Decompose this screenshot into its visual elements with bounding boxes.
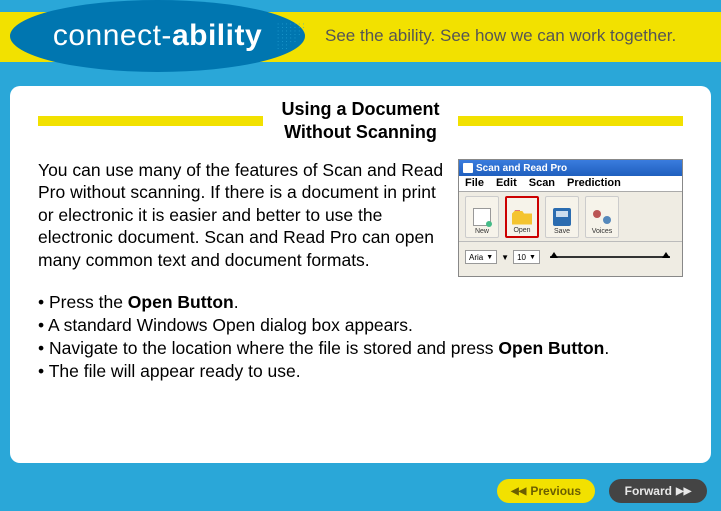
menu-prediction: Prediction: [567, 177, 621, 190]
nav-buttons: ◀◀ Previous Forward ▶▶: [497, 479, 707, 503]
size-select: 10 ▼: [513, 250, 540, 264]
ss-menubar: File Edit Scan Prediction: [459, 176, 682, 192]
save-icon: [553, 208, 571, 226]
toolbar-new-label: New: [475, 228, 489, 235]
tagline: See the ability. See how we can work tog…: [325, 26, 676, 46]
content-panel: Using a Document Without Scanning You ca…: [10, 86, 711, 463]
body-paragraph: You can use many of the features of Scan…: [38, 159, 446, 277]
previous-arrow-icon: ◀◀: [511, 486, 526, 497]
ss-toolbar: New Open Save Voices: [459, 192, 682, 242]
menu-scan: Scan: [529, 177, 555, 190]
menu-file: File: [465, 177, 484, 190]
toolbar-save-label: Save: [554, 228, 570, 235]
step-2: A standard Windows Open dialog box appea…: [38, 314, 683, 337]
slide-title-line2: Without Scanning: [284, 122, 437, 142]
voices-icon: [593, 208, 611, 226]
header: connect-ability ::::::::::::::::::::: Se…: [0, 0, 721, 75]
ss-lower-bar: Aria ▼ ▼ 10 ▼: [459, 242, 682, 272]
new-icon: [473, 208, 491, 226]
sep: ▼: [501, 253, 509, 262]
toolbar-new-button: New: [465, 196, 499, 238]
slide-title: Using a Document Without Scanning: [263, 98, 457, 143]
toolbar-open-button: Open: [505, 196, 539, 238]
title-row: Using a Document Without Scanning: [38, 98, 683, 143]
open-icon: [512, 211, 532, 225]
app-icon: [463, 163, 473, 173]
forward-label: Forward: [625, 484, 672, 498]
logo-part1: connect-: [53, 19, 172, 52]
logo-text: connect-ability: [53, 19, 262, 53]
forward-button[interactable]: Forward ▶▶: [609, 479, 707, 503]
toolbar-voices-button: Voices: [585, 196, 619, 238]
forward-arrow-icon: ▶▶: [676, 486, 691, 497]
logo: connect-ability :::::::::::::::::::::: [10, 0, 305, 72]
logo-part2: ability: [172, 19, 262, 52]
slide-title-line1: Using a Document: [281, 99, 439, 119]
step-1: Press the Open Button.: [38, 291, 683, 314]
chevron-down-icon: ▼: [486, 254, 493, 261]
slider: [550, 256, 670, 258]
toolbar-voices-label: Voices: [592, 228, 613, 235]
steps-list: Press the Open Button. A standard Window…: [38, 291, 683, 383]
ss-titlebar: Scan and Read Pro: [459, 160, 682, 176]
title-bar-right: [458, 116, 683, 126]
title-bar-left: [38, 116, 263, 126]
toolbar-open-label: Open: [513, 227, 530, 234]
previous-button[interactable]: ◀◀ Previous: [497, 479, 595, 503]
app-screenshot: Scan and Read Pro File Edit Scan Predict…: [458, 159, 683, 277]
step-3: Navigate to the location where the file …: [38, 337, 683, 360]
font-value: Aria: [469, 253, 483, 262]
font-select: Aria ▼: [465, 250, 497, 264]
menu-edit: Edit: [496, 177, 517, 190]
logo-dots-icon: :::::::::::::::::::::: [277, 22, 317, 57]
size-value: 10: [517, 253, 526, 262]
chevron-down-icon: ▼: [529, 254, 536, 261]
body-row: You can use many of the features of Scan…: [38, 159, 683, 277]
previous-label: Previous: [530, 484, 581, 498]
toolbar-save-button: Save: [545, 196, 579, 238]
ss-window-title: Scan and Read Pro: [476, 163, 567, 174]
step-4: The file will appear ready to use.: [38, 360, 683, 383]
